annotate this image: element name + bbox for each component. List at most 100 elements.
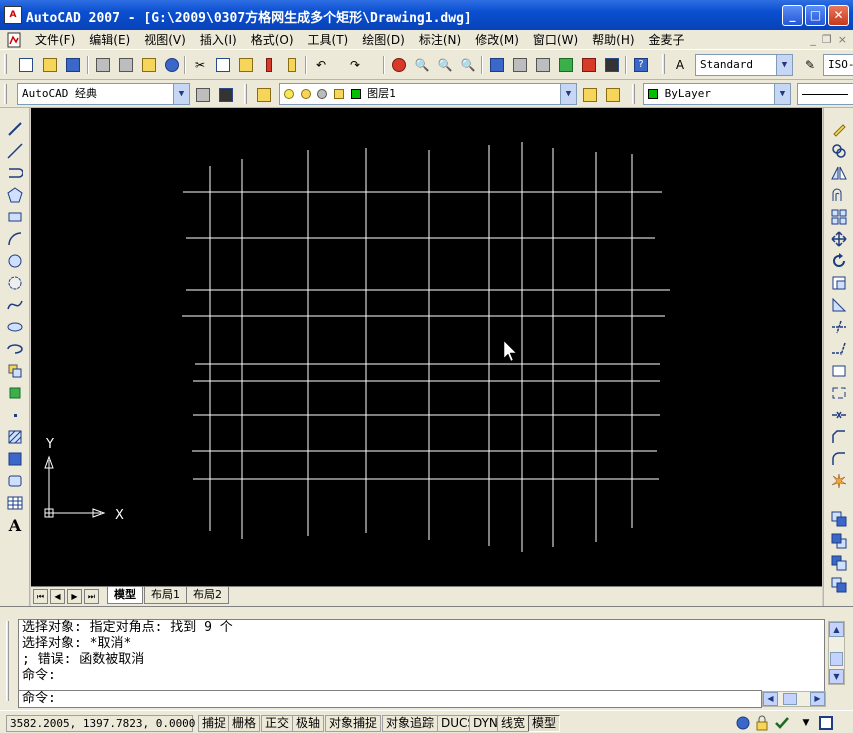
linetype-dropdown[interactable] <box>797 83 853 105</box>
model-space-canvas[interactable]: Y X <box>31 108 822 586</box>
chevron-down-icon[interactable]: ▼ <box>560 84 576 104</box>
layer-dropdown[interactable]: 图层1 ▼ <box>279 83 577 105</box>
polygon-icon[interactable] <box>6 186 24 204</box>
revision-cloud-icon[interactable] <box>6 274 24 292</box>
status-toggle[interactable]: 栅格 <box>228 715 261 732</box>
doc-restore-button[interactable]: ❐ <box>822 33 832 46</box>
new-file-icon[interactable] <box>16 55 36 75</box>
explode-icon[interactable] <box>830 472 848 490</box>
scale-icon[interactable] <box>830 274 848 292</box>
toolbar-grip[interactable] <box>4 54 7 74</box>
open-file-icon[interactable] <box>40 55 60 75</box>
viewport-freeze-icon[interactable] <box>317 89 328 99</box>
scroll-right-button[interactable]: ▶ <box>810 692 825 706</box>
close-button[interactable]: ✕ <box>828 5 849 26</box>
tab-layout1[interactable]: 布局1 <box>144 587 187 604</box>
scroll-thumb[interactable] <box>830 652 843 666</box>
minimize-button[interactable]: _ <box>782 5 803 26</box>
lightbulb-icon[interactable] <box>284 89 294 99</box>
status-toggle[interactable]: 捕捉 <box>198 715 231 732</box>
move-icon[interactable] <box>830 230 848 248</box>
save-icon[interactable] <box>63 55 83 75</box>
trusted-publication-icon[interactable] <box>774 715 790 731</box>
tool-palettes-icon[interactable] <box>533 55 553 75</box>
extend-icon[interactable] <box>830 340 848 358</box>
scroll-down-button[interactable]: ▼ <box>829 669 844 684</box>
spline-icon[interactable] <box>6 296 24 314</box>
rectangle-icon[interactable] <box>6 208 24 226</box>
multiline-text-icon[interactable]: A <box>6 516 24 535</box>
markup-icon[interactable] <box>579 55 599 75</box>
offset-icon[interactable] <box>830 186 848 204</box>
region-icon[interactable] <box>6 472 24 490</box>
menu-item[interactable]: 编辑(E) <box>82 32 137 48</box>
status-toggle[interactable]: 正交 <box>261 715 294 732</box>
point-icon[interactable] <box>6 406 24 424</box>
publish-icon[interactable] <box>139 55 159 75</box>
drawing-document-icon[interactable] <box>6 32 22 48</box>
copy-icon[interactable] <box>213 55 233 75</box>
join-icon[interactable] <box>830 406 848 424</box>
clean-screen-icon[interactable] <box>818 715 834 731</box>
next-tab-button[interactable]: ▶ <box>67 589 82 604</box>
mirror-icon[interactable] <box>830 164 848 182</box>
zoom-previous-icon[interactable]: 🔍 <box>458 55 478 75</box>
first-tab-button[interactable]: ⏮ <box>33 589 48 604</box>
gradient-icon[interactable] <box>6 450 24 468</box>
insert-block-icon[interactable] <box>6 362 24 380</box>
break-at-point-icon[interactable] <box>830 362 848 380</box>
workspace-settings-icon[interactable] <box>193 85 213 105</box>
menu-item[interactable]: 工具(T) <box>301 32 356 48</box>
table-icon[interactable] <box>6 494 24 512</box>
circle-icon[interactable] <box>6 252 24 270</box>
color-dropdown[interactable]: ByLayer ▼ <box>643 83 791 105</box>
bring-above-icon[interactable] <box>830 554 848 572</box>
send-under-icon[interactable] <box>830 576 848 594</box>
zoom-window-icon[interactable]: 🔍 <box>435 55 455 75</box>
properties-icon[interactable] <box>487 55 507 75</box>
chevron-down-icon[interactable]: ▼ <box>776 55 792 75</box>
doc-minimize-button[interactable]: _ <box>810 33 816 46</box>
help-icon[interactable]: ? <box>631 55 651 75</box>
paste-icon[interactable] <box>236 55 256 75</box>
arc-icon[interactable] <box>6 230 24 248</box>
menu-item[interactable]: 视图(V) <box>137 32 193 48</box>
toolbar-grip[interactable] <box>632 84 635 104</box>
chamfer-icon[interactable] <box>830 428 848 446</box>
erase-icon[interactable] <box>830 120 848 138</box>
scroll-up-button[interactable]: ▲ <box>829 622 844 637</box>
autocad-app-icon[interactable]: A <box>4 6 22 24</box>
maximize-button[interactable]: □ <box>805 5 826 26</box>
plot-icon[interactable] <box>93 55 113 75</box>
make-block-icon[interactable] <box>6 384 24 402</box>
status-menu-arrow-icon[interactable]: ▼ <box>798 715 814 731</box>
redo-icon[interactable]: ↷ <box>345 55 365 75</box>
layer-manager-icon[interactable] <box>254 85 274 105</box>
draw-order-front-icon[interactable] <box>830 510 848 528</box>
menu-item[interactable]: 绘图(D) <box>355 32 412 48</box>
ellipse-icon[interactable] <box>6 318 24 336</box>
trim-icon[interactable] <box>830 318 848 336</box>
rotate-icon[interactable] <box>830 252 848 270</box>
toolbar-grip[interactable] <box>662 54 665 74</box>
menu-item[interactable]: 金麦子 <box>642 32 692 48</box>
tab-layout2[interactable]: 布局2 <box>186 587 229 604</box>
scroll-thumb[interactable] <box>783 693 797 705</box>
command-input[interactable]: 命令: <box>18 690 762 708</box>
design-center-icon[interactable] <box>510 55 530 75</box>
draw-order-back-icon[interactable] <box>830 532 848 550</box>
stretch-icon[interactable] <box>830 296 848 314</box>
doc-close-button[interactable]: × <box>838 33 847 46</box>
status-toggle[interactable]: 对象追踪 <box>382 715 439 732</box>
line-icon[interactable] <box>6 120 24 138</box>
construction-line-icon[interactable] <box>6 142 24 160</box>
menu-item[interactable]: 窗口(W) <box>526 32 585 48</box>
menu-item[interactable]: 标注(N) <box>412 32 468 48</box>
status-toggle[interactable]: 极轴 <box>292 715 325 732</box>
coordinate-display[interactable]: 3582.2005, 1397.7823, 0.0000 <box>6 715 195 732</box>
hatch-icon[interactable] <box>6 428 24 446</box>
dim-style-icon[interactable]: ✎ <box>800 55 820 75</box>
toolbar-grip[interactable] <box>244 84 247 104</box>
calculator-icon[interactable] <box>602 55 622 75</box>
text-style-icon[interactable]: A <box>670 55 690 75</box>
